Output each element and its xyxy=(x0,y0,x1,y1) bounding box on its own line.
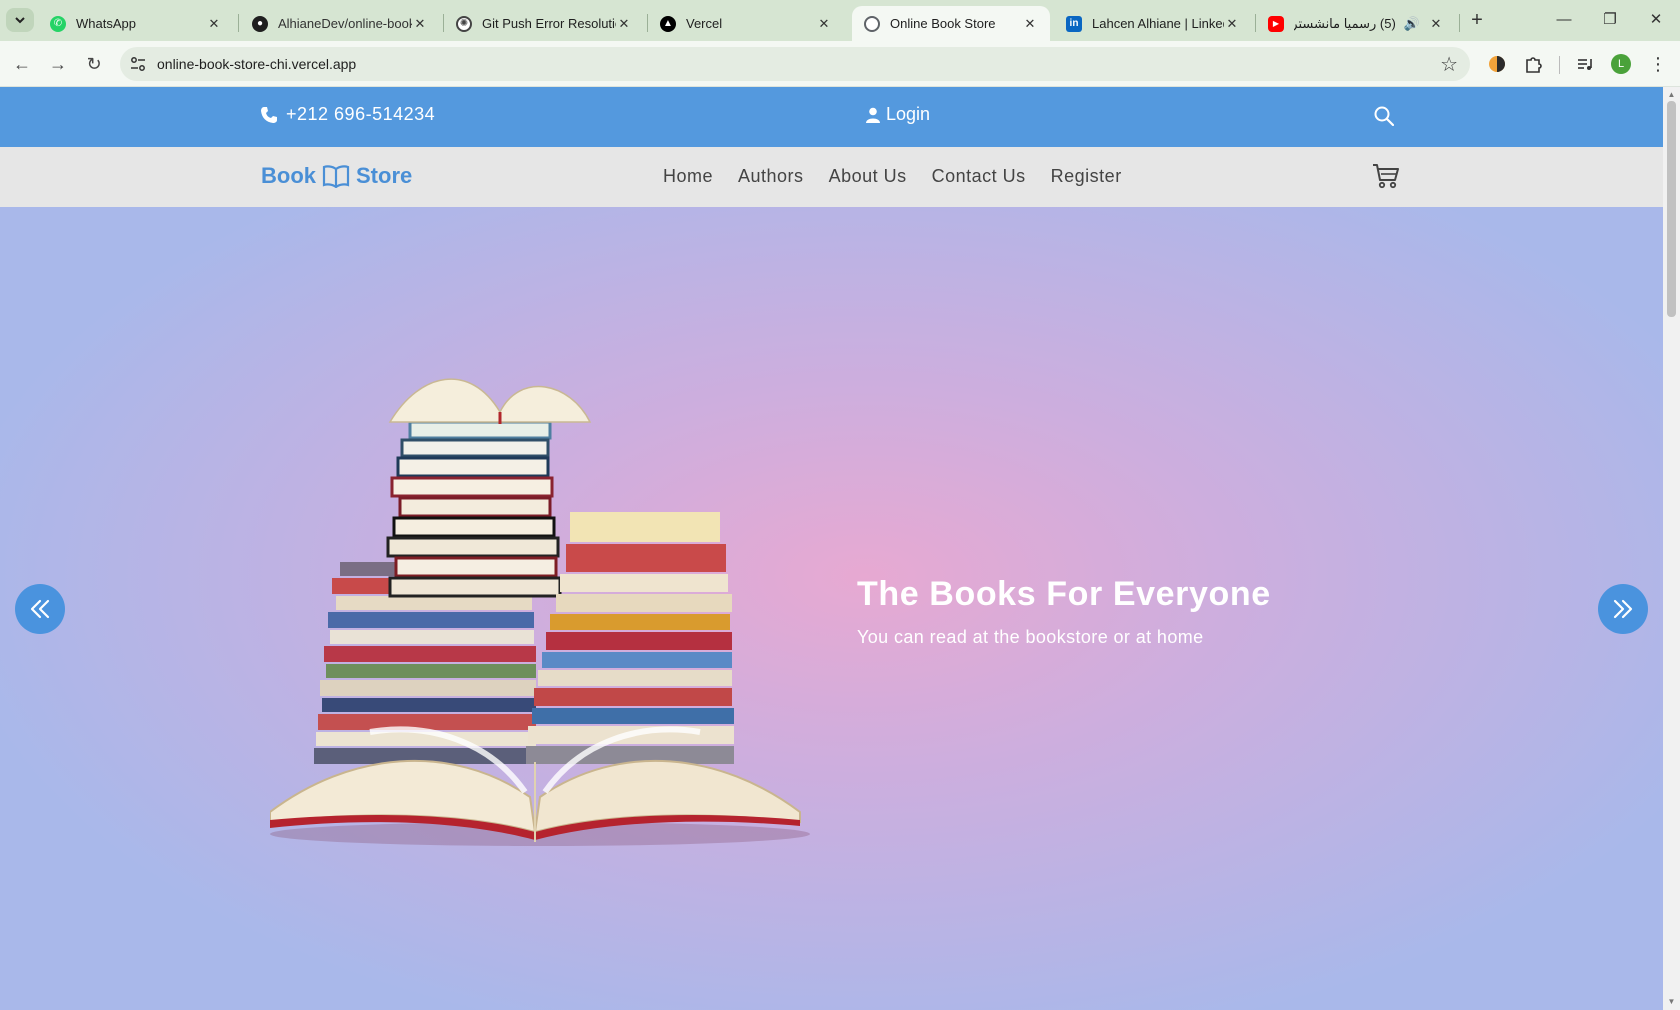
tab-online-book-store[interactable]: Online Book Store ✕ xyxy=(852,6,1050,41)
web-page: +212 696-514234 Login Book Store Home Au… xyxy=(0,87,1663,1010)
login-link[interactable]: Login xyxy=(866,104,930,125)
speaker-icon[interactable]: 🔊 xyxy=(1404,16,1420,32)
logo-text-store: Store xyxy=(356,163,413,188)
puzzle-icon[interactable] xyxy=(1521,52,1545,76)
tab-title: Online Book Store xyxy=(890,16,996,31)
tab-whatsapp[interactable]: ✆ WhatsApp ✕ xyxy=(38,6,234,41)
nav-link-home[interactable]: Home xyxy=(663,166,713,187)
youtube-icon: ▶ xyxy=(1268,15,1284,32)
tab-title: (5) رسميا مانشستر سي xyxy=(1294,15,1396,31)
vercel-icon: ▲ xyxy=(660,15,676,32)
nav-link-contact-us[interactable]: Contact Us xyxy=(932,166,1026,187)
back-button[interactable]: ← xyxy=(8,50,36,78)
site-logo[interactable]: Book Store xyxy=(261,163,412,189)
reload-button[interactable]: ↻ xyxy=(80,50,108,78)
close-icon[interactable]: ✕ xyxy=(816,16,832,32)
minimize-button[interactable]: — xyxy=(1544,8,1584,32)
logo-text-book: Book xyxy=(261,163,316,188)
media-control-icon[interactable] xyxy=(1573,52,1597,76)
book-stack-image xyxy=(270,378,810,846)
tab-linkedin[interactable]: in Lahcen Alhiane | LinkedIn ✕ xyxy=(1054,6,1252,41)
hero-title: The Books For Everyone xyxy=(857,575,1271,613)
tab-title: AlhianeDev/online-book xyxy=(278,16,412,31)
whatsapp-icon: ✆ xyxy=(50,15,66,32)
bookmark-star-icon[interactable]: ☆ xyxy=(1440,52,1458,77)
user-icon xyxy=(866,107,880,123)
close-icon[interactable]: ✕ xyxy=(1022,16,1038,32)
tab-title: Git Push Error Resolution xyxy=(482,16,616,31)
close-icon[interactable]: ✕ xyxy=(1428,16,1444,32)
globe-icon xyxy=(864,15,880,32)
nav-menu: Home Authors About Us Contact Us Registe… xyxy=(663,166,1122,187)
phone-contact[interactable]: +212 696-514234 xyxy=(260,104,435,125)
close-window-button[interactable]: ✕ xyxy=(1636,8,1676,32)
scroll-down-arrow[interactable]: ▼ xyxy=(1667,997,1676,1006)
login-label: Login xyxy=(886,104,931,124)
top-contact-bar: +212 696-514234 Login xyxy=(0,87,1663,147)
open-book-icon xyxy=(322,165,350,188)
search-icon[interactable] xyxy=(1374,106,1394,126)
url-text[interactable]: online-book-store-chi.vercel.app xyxy=(157,56,356,72)
scroll-thumb[interactable] xyxy=(1667,101,1676,317)
new-tab-button[interactable]: + xyxy=(1465,9,1489,33)
double-chevron-right-icon xyxy=(1613,599,1633,619)
hero-subtitle: You can read at the bookstore or at home xyxy=(857,627,1204,647)
tab-vercel[interactable]: ▲ Vercel ✕ xyxy=(648,6,844,41)
site-settings-icon[interactable] xyxy=(130,56,146,72)
tab-title: Vercel xyxy=(686,16,723,31)
slider-prev-button[interactable] xyxy=(15,584,65,634)
browser-tab-bar: ✆ WhatsApp ✕ ● AlhianeDev/online-book ✕ … xyxy=(0,0,1680,41)
tab-chatgpt[interactable]: ✺ Git Push Error Resolution ✕ xyxy=(444,6,644,41)
hero-slider: The Books For Everyone You can read at t… xyxy=(0,207,1663,1010)
forward-button[interactable]: → xyxy=(44,50,72,78)
slider-next-button[interactable] xyxy=(1598,584,1648,634)
main-navbar: Book Store Home Authors About Us Contact… xyxy=(0,147,1663,207)
close-icon[interactable]: ✕ xyxy=(616,16,632,32)
page-scrollbar[interactable]: ▲ ▼ xyxy=(1663,87,1680,1010)
profile-avatar[interactable]: L xyxy=(1609,52,1633,76)
chevron-down-icon xyxy=(15,17,25,24)
nav-link-register[interactable]: Register xyxy=(1051,166,1122,187)
phone-icon xyxy=(261,106,277,123)
tab-title: Lahcen Alhiane | LinkedIn xyxy=(1092,16,1224,31)
phone-number: +212 696-514234 xyxy=(286,104,436,124)
close-icon[interactable]: ✕ xyxy=(206,16,222,32)
tab-youtube[interactable]: ▶ (5) رسميا مانشستر سي 🔊 ✕ xyxy=(1256,6,1456,41)
github-icon: ● xyxy=(252,15,268,32)
openai-icon: ✺ xyxy=(456,15,472,32)
restore-button[interactable]: ❐ xyxy=(1590,8,1630,32)
tab-search-button[interactable] xyxy=(6,8,34,32)
address-bar[interactable]: online-book-store-chi.vercel.app ☆ xyxy=(120,47,1470,81)
tab-title: WhatsApp xyxy=(76,16,136,31)
extension-icon[interactable] xyxy=(1485,52,1509,76)
shopping-cart-icon[interactable] xyxy=(1372,163,1400,189)
close-icon[interactable]: ✕ xyxy=(412,16,428,32)
double-chevron-left-icon xyxy=(30,599,50,619)
nav-link-about-us[interactable]: About Us xyxy=(829,166,907,187)
close-icon[interactable]: ✕ xyxy=(1224,16,1240,32)
linkedin-icon: in xyxy=(1066,15,1082,32)
browser-toolbar: ← → ↻ online-book-store-chi.vercel.app ☆… xyxy=(0,41,1680,87)
tab-github[interactable]: ● AlhianeDev/online-book ✕ xyxy=(240,6,440,41)
scroll-up-arrow[interactable]: ▲ xyxy=(1667,90,1676,99)
nav-link-authors[interactable]: Authors xyxy=(738,166,804,187)
kebab-menu-icon[interactable]: ⋮ xyxy=(1646,52,1670,76)
